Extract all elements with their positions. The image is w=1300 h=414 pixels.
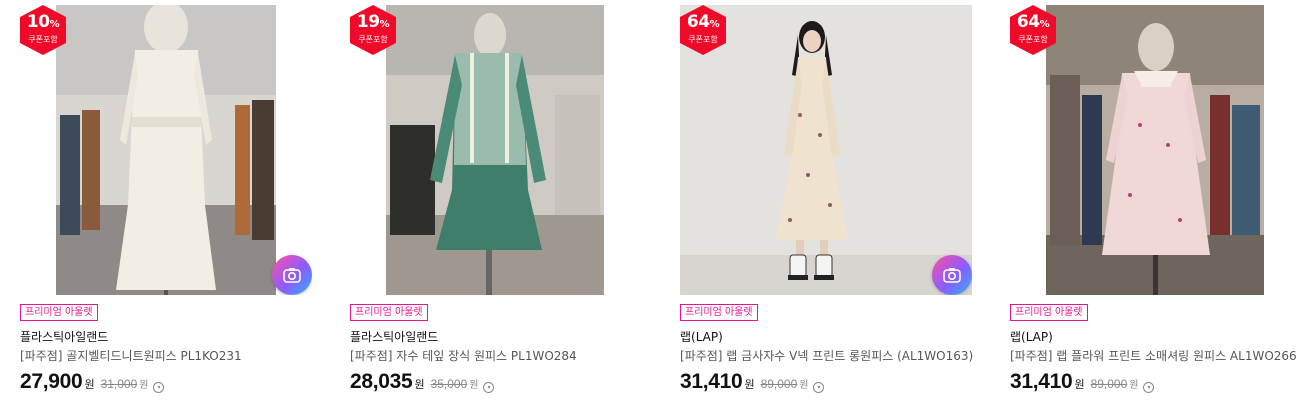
- original-price-unit: 원: [139, 380, 149, 391]
- sale-price-unit: 원: [414, 378, 425, 391]
- product-photo: [350, 5, 642, 295]
- product-card[interactable]: 64% 쿠폰포함 프리미엄 아울렛 랩(LAP) [파주점] 랩 플라워 프린트…: [1010, 0, 1300, 414]
- product-name[interactable]: [파주점] 자수 테잎 장식 원피스 PL1WO284: [350, 347, 577, 364]
- original-price-unit: 원: [799, 380, 809, 391]
- original-price-unit: 원: [1129, 380, 1139, 391]
- product-photo: [680, 5, 972, 295]
- product-card[interactable]: 64% 쿠폰포함 프리미엄 아울렛 랩(LAP) [파주점] 랩 금사자수 V넥…: [680, 0, 980, 414]
- brand-name[interactable]: 플라스틱아일랜드: [20, 328, 108, 345]
- discount-percent-unit: %: [1039, 19, 1050, 30]
- price-row: 28,035 원 35,000 원 ▾: [350, 370, 495, 396]
- sale-price-unit: 원: [84, 378, 95, 391]
- sale-price: 28,035: [350, 370, 413, 393]
- product-name[interactable]: [파주점] 골지벨티드니트원피스 PL1KO231: [20, 347, 242, 364]
- product-name[interactable]: [파주점] 랩 플라워 프린트 소매셔링 원피스 AL1WO266: [1010, 347, 1297, 364]
- product-image[interactable]: 64% 쿠폰포함: [1010, 5, 1300, 295]
- discount-percent-unit: %: [49, 19, 60, 30]
- product-card[interactable]: 19% 쿠폰포함 프리미엄 아울렛 플라스틱아일랜드 [파주점] 자수 테잎 장…: [350, 0, 650, 414]
- product-card[interactable]: 10% 쿠폰포함 프리미엄 아울렛 플라스틱아일랜드 [파주점] 골지벨티드니트…: [20, 0, 320, 414]
- price-row: 31,410 원 89,000 원 ▾: [1010, 370, 1155, 396]
- camera-icon[interactable]: [932, 255, 972, 295]
- discount-percent-unit: %: [379, 19, 390, 30]
- product-image[interactable]: 19% 쿠폰포함: [350, 5, 642, 295]
- premium-outlet-tag: 프리미엄 아울렛: [350, 304, 428, 321]
- camera-icon[interactable]: [272, 255, 312, 295]
- brand-name[interactable]: 랩(LAP): [1010, 328, 1053, 345]
- discount-percent: 64: [1016, 12, 1040, 32]
- original-price: 89,000: [760, 377, 798, 391]
- sale-price: 31,410: [680, 370, 743, 393]
- price-row: 27,900 원 31,000 원 ▾: [20, 370, 165, 396]
- product-name[interactable]: [파주점] 랩 금사자수 V넥 프린트 롱원피스 (AL1WO163): [680, 347, 973, 364]
- brand-name[interactable]: 랩(LAP): [680, 328, 723, 345]
- discount-label: 쿠폰포함: [1018, 35, 1048, 44]
- discount-percent: 10: [26, 12, 50, 32]
- product-image[interactable]: 10% 쿠폰포함: [20, 5, 312, 295]
- product-image[interactable]: 64% 쿠폰포함: [680, 5, 972, 295]
- discount-label: 쿠폰포함: [688, 35, 718, 44]
- original-price: 35,000: [430, 377, 468, 391]
- discount-label: 쿠폰포함: [28, 35, 58, 44]
- product-photo: [20, 5, 312, 295]
- product-grid: 10% 쿠폰포함 프리미엄 아울렛 플라스틱아일랜드 [파주점] 골지벨티드니트…: [0, 0, 1300, 414]
- brand-name[interactable]: 플라스틱아일랜드: [350, 328, 438, 345]
- info-circle-icon[interactable]: ▾: [813, 382, 825, 393]
- price-row: 31,410 원 89,000 원 ▾: [680, 370, 825, 396]
- premium-outlet-tag: 프리미엄 아울렛: [1010, 304, 1088, 321]
- product-photo: [1010, 5, 1300, 295]
- sale-price-unit: 원: [1074, 378, 1085, 391]
- premium-outlet-tag: 프리미엄 아울렛: [680, 304, 758, 321]
- original-price: 31,000: [100, 377, 138, 391]
- premium-outlet-tag: 프리미엄 아울렛: [20, 304, 98, 321]
- sale-price-unit: 원: [744, 378, 755, 391]
- discount-label: 쿠폰포함: [358, 35, 388, 44]
- info-circle-icon[interactable]: ▾: [153, 382, 165, 393]
- discount-percent-unit: %: [709, 19, 720, 30]
- original-price: 89,000: [1090, 377, 1128, 391]
- info-circle-icon[interactable]: ▾: [483, 382, 495, 393]
- info-circle-icon[interactable]: ▾: [1143, 382, 1155, 393]
- sale-price: 31,410: [1010, 370, 1073, 393]
- discount-percent: 19: [356, 12, 380, 32]
- sale-price: 27,900: [20, 370, 83, 393]
- discount-percent: 64: [686, 12, 710, 32]
- original-price-unit: 원: [469, 380, 479, 391]
